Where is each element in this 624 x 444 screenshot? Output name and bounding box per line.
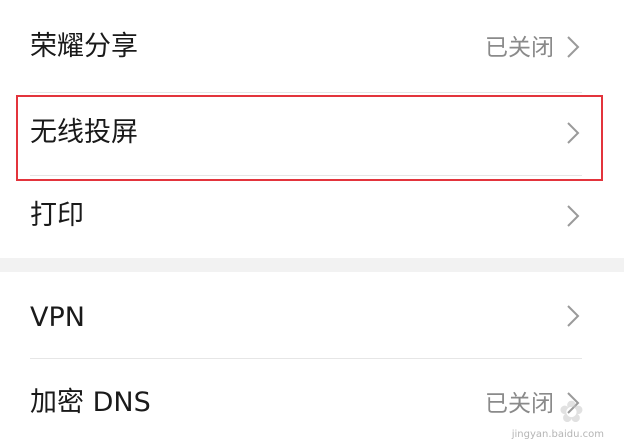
settings-item-wireless-projection[interactable]: 无线投屏 — [0, 93, 624, 175]
settings-item-status: 已关闭 — [485, 35, 554, 61]
settings-item-vpn[interactable]: VPN — [0, 272, 624, 358]
settings-item-label: 加密 DNS — [30, 387, 151, 418]
settings-item-label: 打印 — [30, 200, 84, 231]
chevron-right-icon — [567, 205, 580, 227]
settings-item-label: VPN — [30, 302, 85, 333]
watermark-text: jingyan.baidu.com — [511, 429, 604, 440]
settings-screen: 荣耀分享 已关闭 无线投屏 打印 VPN 加密 DNS 已关闭 ✿ jingya… — [0, 0, 624, 444]
watermark-logo-icon: ✿ — [558, 395, 584, 430]
settings-item-label: 无线投屏 — [30, 117, 138, 148]
settings-item-print[interactable]: 打印 — [0, 176, 624, 258]
chevron-right-icon — [567, 36, 580, 58]
settings-item-status: 已关闭 — [485, 391, 554, 417]
settings-item-label: 荣耀分享 — [30, 31, 138, 62]
chevron-right-icon — [567, 122, 580, 144]
section-gap — [0, 258, 624, 272]
settings-item-honor-share[interactable]: 荣耀分享 已关闭 — [0, 0, 624, 92]
chevron-right-icon — [567, 305, 580, 327]
